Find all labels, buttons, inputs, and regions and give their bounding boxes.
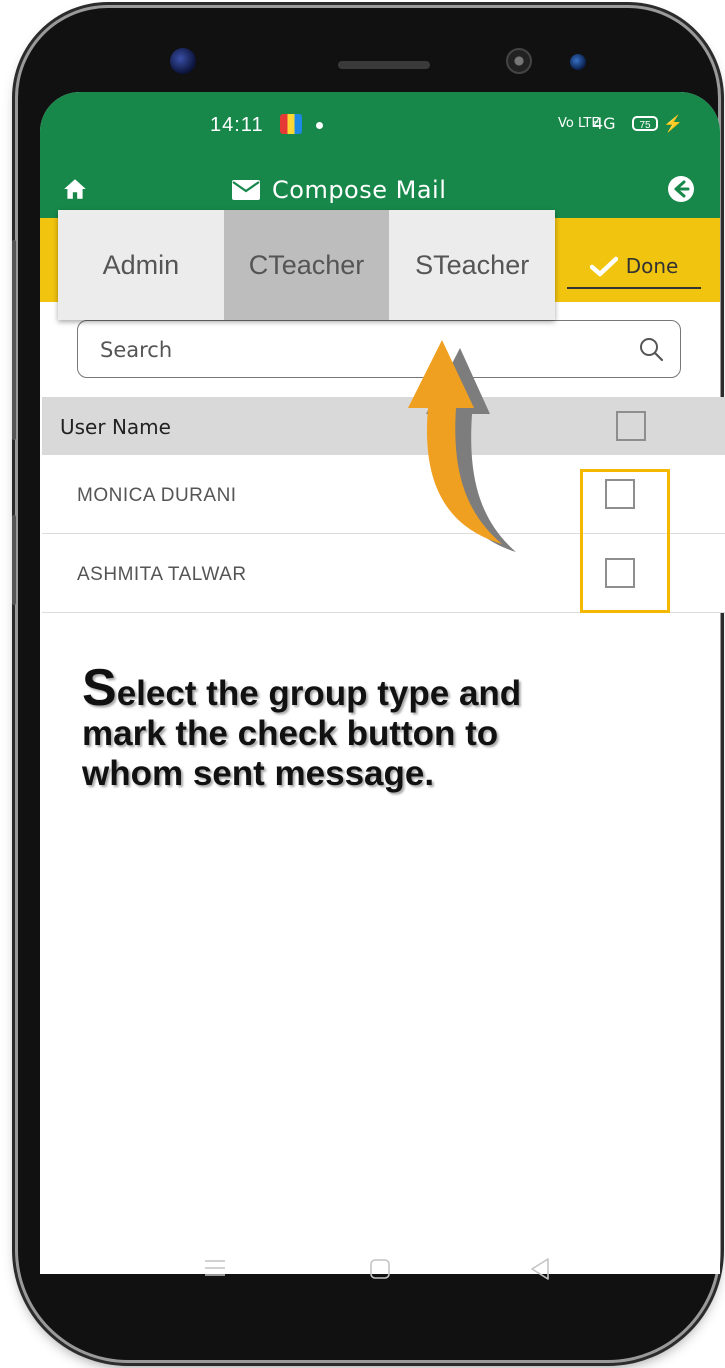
done-label: Done [625,254,679,278]
network-type-label: 4G [593,114,616,133]
tab-cteacher[interactable]: CTeacher [223,210,390,320]
instruction-body: elect the group type and mark the check … [82,674,522,793]
tab-admin[interactable]: Admin [58,210,224,320]
instruction-first-letter: S [82,659,117,717]
curved-arrow-icon [408,340,516,552]
page-title: Compose Mail [272,176,447,204]
recent-apps-icon[interactable] [203,1258,227,1278]
home-icon[interactable] [62,176,88,202]
select-all-checkbox[interactable] [616,411,646,441]
earpiece-speaker [338,61,430,69]
charging-icon: ⚡ [663,116,683,133]
notification-dot-icon [316,122,323,129]
app-notification-icon [280,114,302,134]
iris-sensor [570,54,586,70]
back-arrow-icon[interactable] [666,174,696,204]
proximity-sensor [506,48,532,74]
done-button[interactable]: Done [567,245,701,289]
nav-home-icon[interactable] [368,1258,392,1280]
search-icon[interactable] [638,336,664,362]
status-time: 14:11 [210,114,264,136]
tab-steacher[interactable]: STeacher [389,210,555,320]
volume-button [12,240,16,440]
check-icon [589,256,618,277]
front-camera [170,48,196,74]
instruction-text: Select the group type and mark the check… [82,662,602,794]
app-title-group: Compose Mail [232,174,446,206]
user-name-cell: ASHMITA TALWAR [77,564,247,585]
user-name-header: User Name [60,415,171,439]
status-bar: 14:11 Vo LTE 4G 75 ⚡ [40,92,720,162]
battery-level: 75 [632,116,658,131]
bixby-button [12,515,16,605]
system-nav-bar [40,1240,720,1300]
nav-back-icon[interactable] [528,1256,552,1282]
checkbox-highlight-box [580,469,670,613]
mail-icon [232,180,260,200]
phone-top-bezel [18,8,718,98]
group-type-tabs: Admin CTeacher STeacher [58,210,555,320]
user-name-cell: MONICA DURANI [77,485,237,506]
